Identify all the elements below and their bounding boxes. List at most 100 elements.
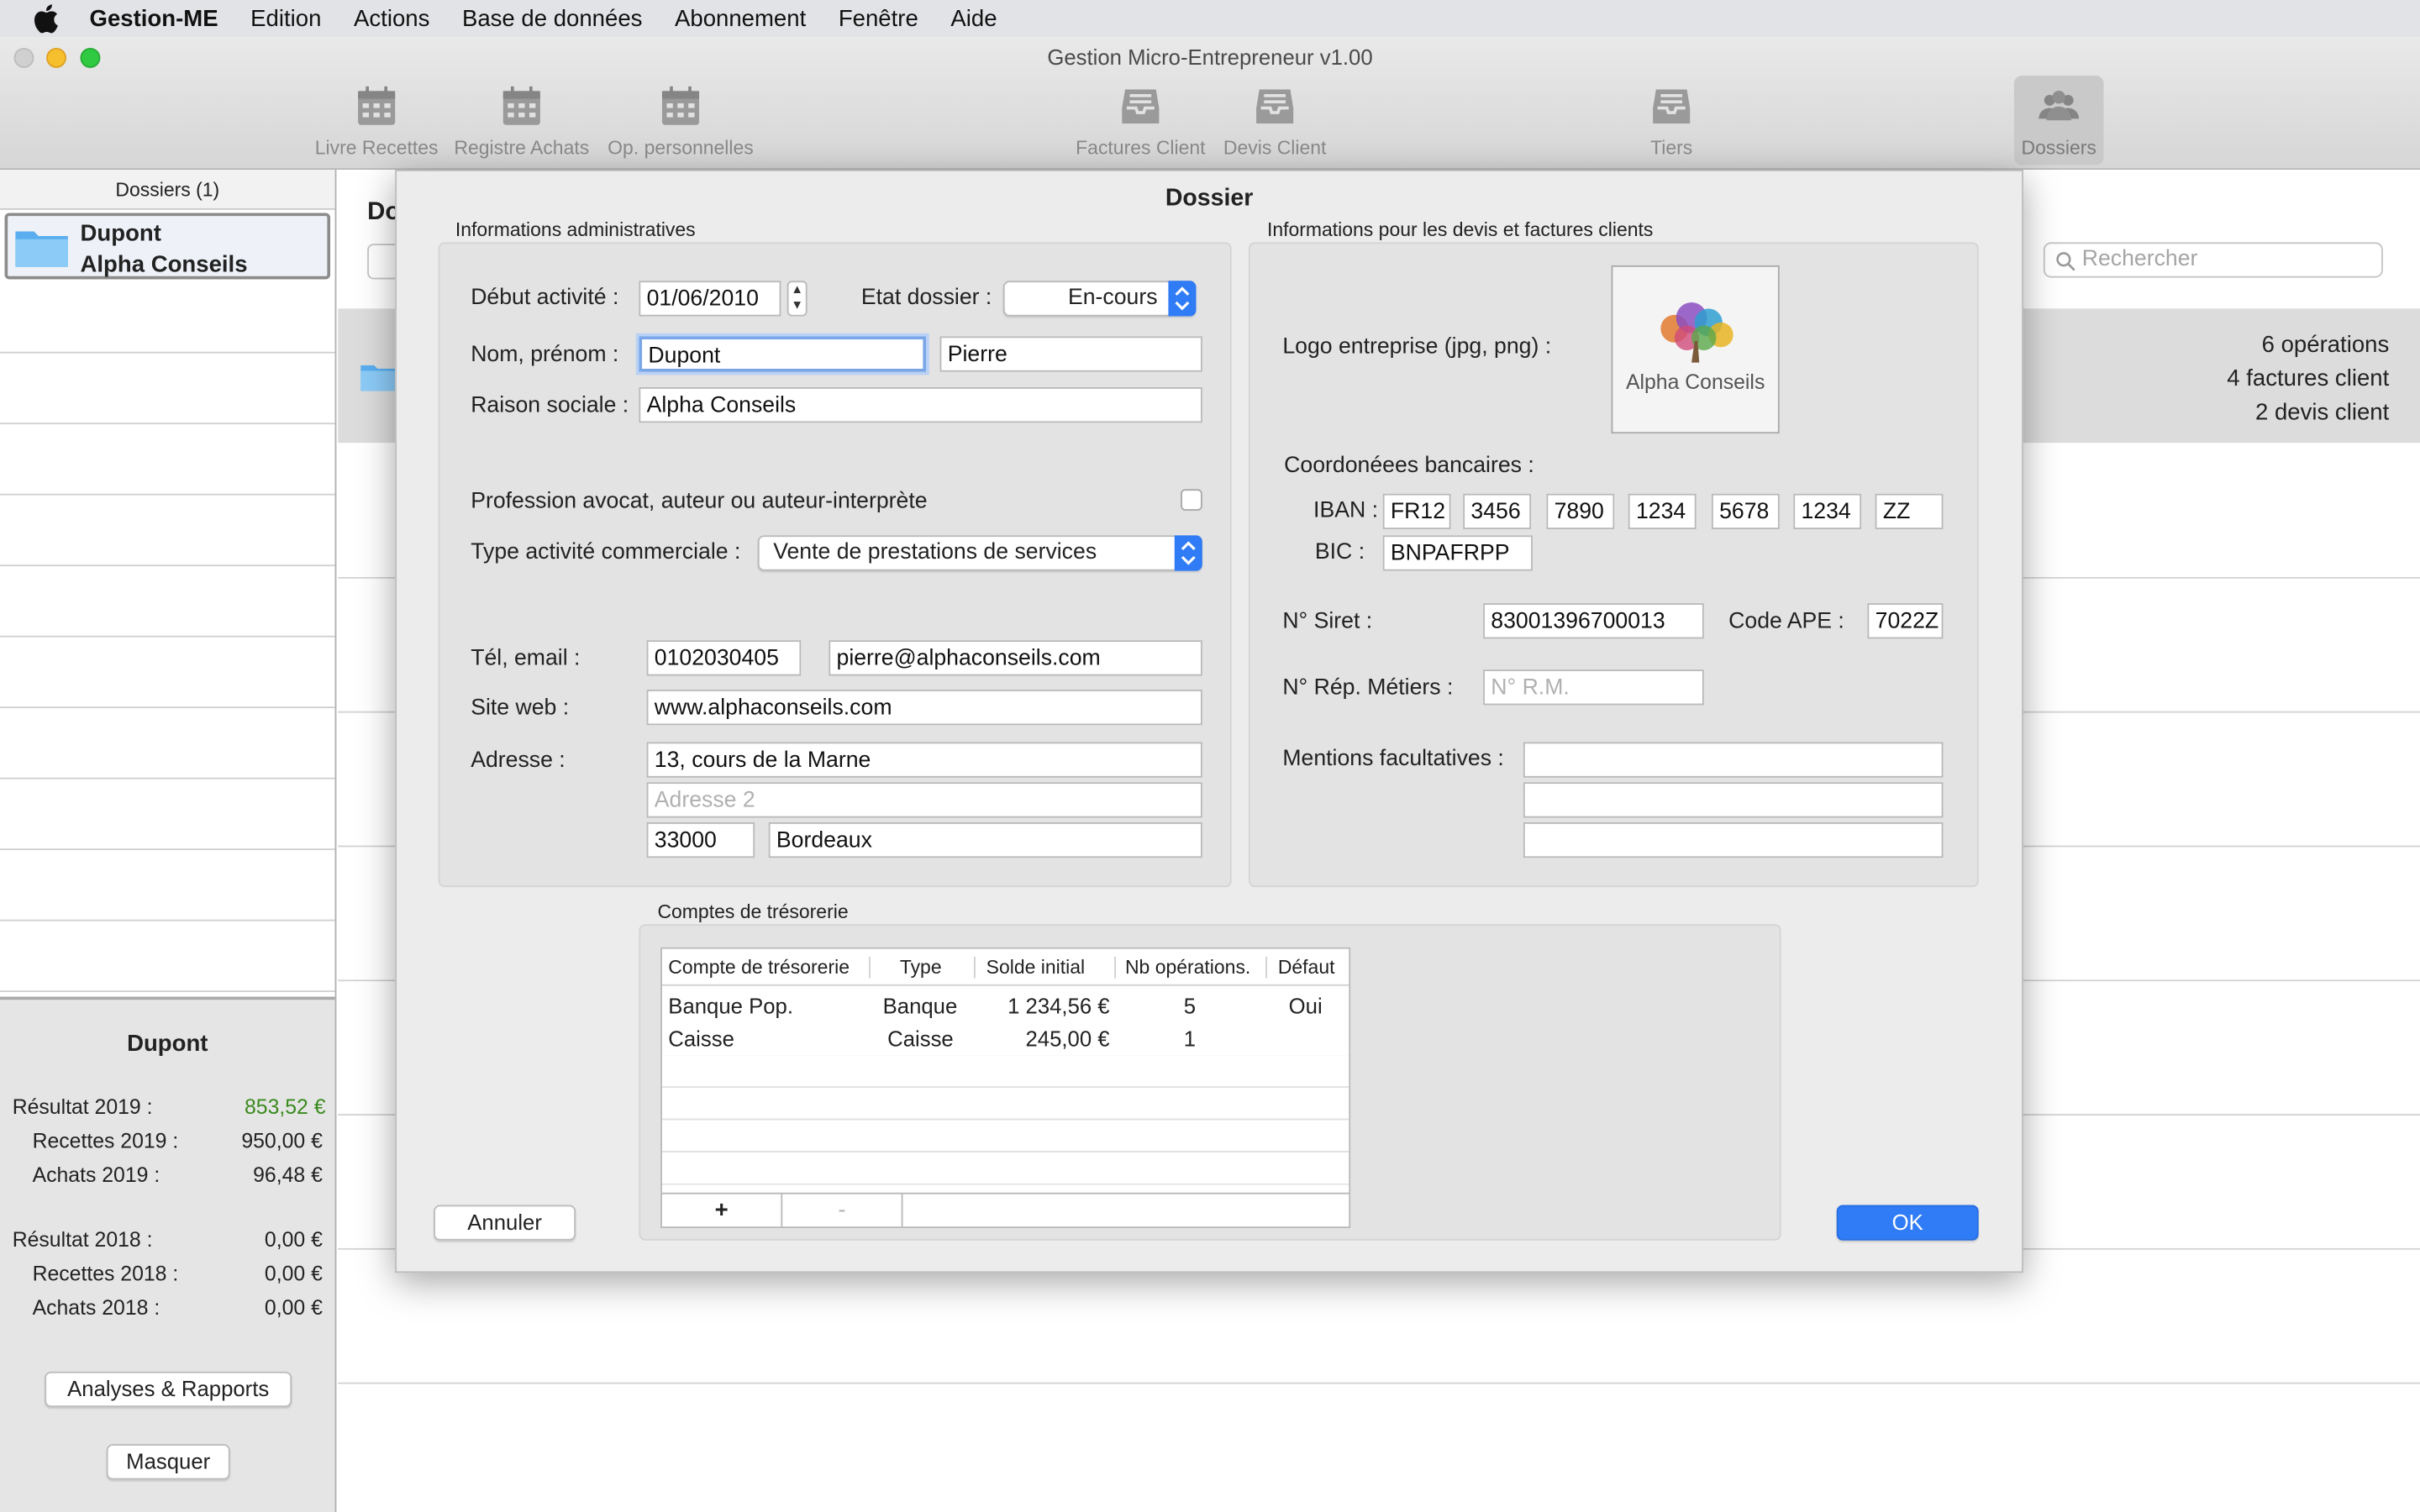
calendar-icon xyxy=(661,86,700,125)
menu-aide[interactable]: Aide xyxy=(950,5,997,31)
sidebar-item-company: Alpha Conseils xyxy=(80,251,248,278)
calendar-icon xyxy=(502,86,540,125)
col-divider xyxy=(1114,956,1116,979)
select-arrows-icon xyxy=(1174,535,1202,571)
email-field[interactable]: pierre@alphaconseils.com xyxy=(829,640,1202,676)
telephone-field[interactable]: 0102030405 xyxy=(646,640,802,676)
date-stepper[interactable]: ▲ ▼ xyxy=(786,281,808,317)
rep-metiers-field[interactable]: N° R.M. xyxy=(1483,669,1704,706)
col-defaut[interactable]: Défaut xyxy=(1278,949,1335,986)
apple-icon[interactable] xyxy=(31,2,65,35)
tresorerie-section-title: Comptes de trésorerie xyxy=(657,900,849,923)
col-nb-operations[interactable]: Nb opérations. xyxy=(1125,949,1250,986)
iban-part-2[interactable]: 3456 xyxy=(1463,493,1532,530)
bic-label: BIC : xyxy=(1314,539,1365,565)
profession-checkbox[interactable] xyxy=(1181,489,1202,511)
menu-base-de-donnees[interactable]: Base de données xyxy=(462,5,642,31)
toolbar-op-personnelles-label: Op. personnelles xyxy=(608,137,754,160)
ok-button[interactable]: OK xyxy=(1836,1205,1979,1241)
col-type[interactable]: Type xyxy=(900,949,942,986)
toolbar-dossiers[interactable]: Dossiers xyxy=(2014,83,2104,159)
iban-part-7[interactable]: ZZ xyxy=(1875,493,1944,530)
code-postal-field[interactable]: 33000 xyxy=(646,822,755,858)
siret-field[interactable]: 83001396700013 xyxy=(1483,603,1704,639)
annuler-button[interactable]: Annuler xyxy=(434,1205,576,1241)
cell-compte: Caisse xyxy=(668,1026,734,1051)
toolbar-factures-client[interactable]: Factures Client xyxy=(1074,83,1207,159)
table-row[interactable]: Banque Pop. Banque 1 234,56 € 5 Oui xyxy=(662,990,1349,1023)
iban-part-1[interactable]: FR12 xyxy=(1382,493,1451,530)
mentions-field-2[interactable] xyxy=(1523,782,1944,818)
col-solde[interactable]: Solde initial xyxy=(986,949,1085,986)
dossier-dialog: Dossier Informations administratives Déb… xyxy=(395,170,2023,1273)
sidebar-empty-row xyxy=(0,708,335,780)
nom-field[interactable]: Dupont xyxy=(639,336,927,372)
iban-part-3[interactable]: 7890 xyxy=(1546,493,1615,530)
admin-section-title: Informations administratives xyxy=(455,218,696,241)
menu-actions[interactable]: Actions xyxy=(354,5,429,31)
search-field[interactable]: Rechercher xyxy=(2043,242,2383,278)
prenom-field[interactable]: Pierre xyxy=(939,336,1202,372)
toolbar-devis-client[interactable]: Devis Client xyxy=(1219,83,1330,159)
masquer-button[interactable]: Masquer xyxy=(106,1444,230,1480)
calendar-icon xyxy=(358,86,396,125)
menu-fenetre[interactable]: Fenêtre xyxy=(839,5,918,31)
row-divider xyxy=(338,1382,2420,1384)
iban-part-6[interactable]: 1234 xyxy=(1793,493,1862,530)
toolbar-op-personnelles[interactable]: Op. personnelles xyxy=(605,83,756,159)
col-compte[interactable]: Compte de trésorerie xyxy=(668,949,850,986)
result-2018-label: Résultat 2018 : xyxy=(12,1228,153,1252)
window-title: Gestion Micro-Entrepreneur v1.00 xyxy=(1047,45,1373,70)
debut-activite-field[interactable]: 01/06/2010 xyxy=(639,281,781,317)
tresorerie-table-header: Compte de trésorerie Type Solde initial … xyxy=(661,949,1349,986)
toolbar-tiers-label: Tiers xyxy=(1650,137,1693,160)
result-2018-value: 0,00 € xyxy=(264,1228,323,1252)
logo-company-text: Alpha Conseils xyxy=(1625,370,1765,394)
inbox-tray-icon xyxy=(1256,89,1294,123)
recettes-2018-label: Recettes 2018 : xyxy=(32,1262,179,1286)
iban-part-4[interactable]: 1234 xyxy=(1628,493,1697,530)
iban-part-5[interactable]: 5678 xyxy=(1711,493,1780,530)
sidebar-empty-row xyxy=(0,780,335,851)
toolbar-livre-recettes[interactable]: Livre Recettes xyxy=(313,83,440,159)
raison-sociale-field[interactable]: Alpha Conseils xyxy=(639,387,1202,423)
ville-field[interactable]: Bordeaux xyxy=(768,822,1202,858)
table-edit-bar: + - xyxy=(660,1192,1351,1229)
search-icon xyxy=(2056,252,2075,271)
logo-label: Logo entreprise (jpg, png) : xyxy=(1282,334,1552,360)
mentions-field-1[interactable] xyxy=(1523,742,1944,778)
adresse1-field[interactable]: 13, cours de la Marne xyxy=(646,742,1202,778)
table-empty-rows xyxy=(661,1055,1349,1193)
iban-label: IBAN : xyxy=(1313,498,1379,523)
remove-account-button[interactable]: - xyxy=(782,1194,903,1227)
sidebar-item-dossier[interactable]: Dupont Alpha Conseils xyxy=(4,213,331,280)
cell-type: Banque xyxy=(882,993,958,1019)
profession-label: Profession avocat, auteur ou auteur-inte… xyxy=(471,489,928,514)
menu-abonnement[interactable]: Abonnement xyxy=(675,5,806,31)
code-ape-field[interactable]: 7022Z xyxy=(1867,603,1944,639)
menu-edition[interactable]: Edition xyxy=(250,5,321,31)
add-account-button[interactable]: + xyxy=(662,1194,783,1227)
table-row[interactable]: Caisse Caisse 245,00 € 1 xyxy=(662,1023,1349,1056)
mentions-label: Mentions facultatives : xyxy=(1282,746,1504,772)
type-activite-value: Vente de prestations de services xyxy=(773,539,1097,565)
sidebar-empty-row xyxy=(0,638,335,709)
mentions-field-3[interactable] xyxy=(1523,822,1944,858)
col-divider xyxy=(869,956,871,979)
menu-app-name[interactable]: Gestion-ME xyxy=(90,5,218,31)
adresse2-field[interactable]: Adresse 2 xyxy=(646,782,1202,818)
recettes-2019-value: 950,00 € xyxy=(241,1129,323,1153)
debut-activite-label: Début activité : xyxy=(471,285,619,311)
analyses-rapports-button[interactable]: Analyses & Rapports xyxy=(45,1371,292,1408)
type-activite-select[interactable]: Vente de prestations de services xyxy=(757,535,1202,571)
siret-label: N° Siret : xyxy=(1282,609,1373,634)
folder-icon xyxy=(360,365,399,391)
bic-field[interactable]: BNPAFRPP xyxy=(1382,535,1533,571)
site-web-field[interactable]: www.alphaconseils.com xyxy=(646,690,1202,726)
dossiers-sidebar: Dossiers (1) Dupont Alpha Conseils Dupon… xyxy=(0,170,337,1512)
toolbar-tiers[interactable]: Tiers xyxy=(1636,83,1707,159)
logo-drop-well[interactable]: Alpha Conseils xyxy=(1611,265,1780,434)
etat-dossier-select[interactable]: En-cours xyxy=(1002,281,1197,317)
search-placeholder: Rechercher xyxy=(2081,246,2198,272)
toolbar-registre-achats[interactable]: Registre Achats xyxy=(452,83,591,159)
